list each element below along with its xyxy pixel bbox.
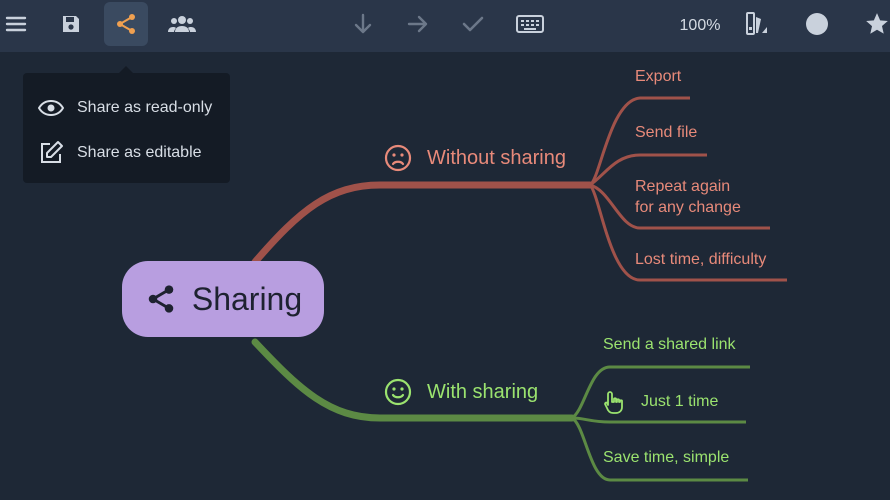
sad-face-icon xyxy=(383,143,413,173)
happy-face-icon xyxy=(383,377,413,407)
node-save-time[interactable]: Save time, simple xyxy=(603,448,729,468)
root-label: Sharing xyxy=(191,280,303,317)
topic-with-sharing[interactable]: With sharing xyxy=(383,377,538,407)
node-one-time-label: Just 1 time xyxy=(641,393,719,410)
node-repeat-again[interactable]: Repeat again for any change xyxy=(635,176,741,218)
node-lost-time[interactable]: Lost time, difficulty xyxy=(635,250,766,270)
node-one-time[interactable]: Just 1 time xyxy=(603,390,718,414)
node-shared-link[interactable]: Send a shared link xyxy=(603,335,736,355)
root-node[interactable]: Sharing xyxy=(122,261,324,337)
share-icon xyxy=(144,282,178,316)
branch-without xyxy=(251,181,594,266)
pointing-hand-icon xyxy=(603,390,627,414)
branch-one-time xyxy=(571,416,746,424)
topic-without-label: Without sharing xyxy=(427,146,566,169)
topic-without-sharing[interactable]: Without sharing xyxy=(383,143,566,173)
topic-with-label: With sharing xyxy=(427,380,539,403)
node-send-file[interactable]: Send file xyxy=(635,123,697,143)
node-export[interactable]: Export xyxy=(635,67,681,87)
